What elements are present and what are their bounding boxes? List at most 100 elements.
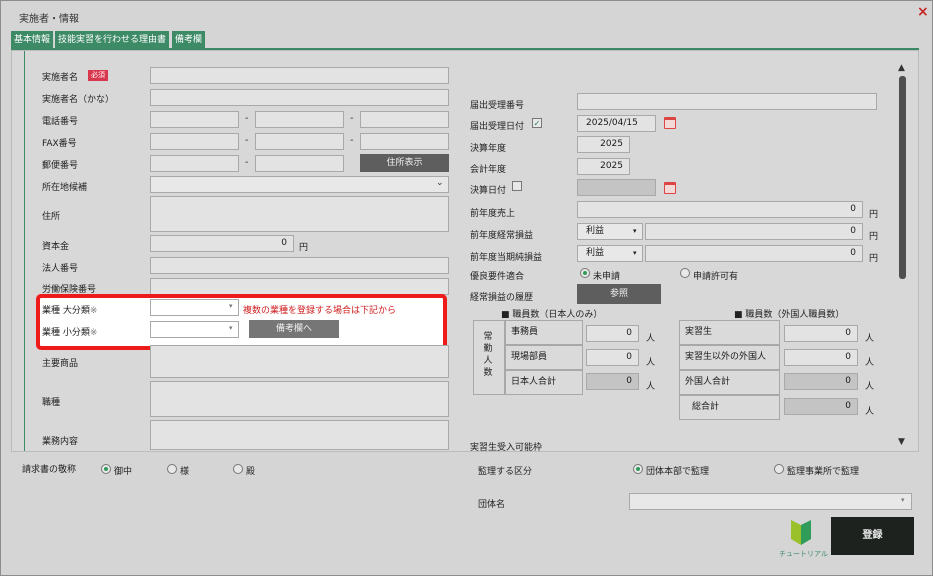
fax-input-1[interactable] <box>150 133 239 150</box>
field-input[interactable]: 0 <box>586 349 639 366</box>
account-year-input[interactable]: 2025 <box>577 158 630 175</box>
position-textarea[interactable] <box>150 381 449 417</box>
close-icon[interactable]: × <box>917 4 929 20</box>
business-textarea[interactable] <box>150 420 449 450</box>
label-kana: 実施者名（かな） <box>42 95 115 105</box>
label-fiscal-year: 決算年度 <box>470 144 507 154</box>
label-branch-office: 監理事業所で監理 <box>787 467 860 477</box>
label-settle-date: 決算日付 <box>470 186 507 196</box>
required-badge: 必須 <box>88 70 108 81</box>
postal-input-1[interactable] <box>150 155 239 172</box>
staff-jp-title: ■ 職員数（日本人のみ） <box>501 310 603 320</box>
trainee-unit: 人 <box>865 334 875 344</box>
dialog-window: 実施者・情報 × 基本情報 技能実習を行わせる理由書 備考欄 ▲ ▼ 実施者名 … <box>0 0 933 576</box>
label-prev-sales: 前年度売上 <box>470 209 516 219</box>
tab-notes[interactable]: 備考欄 <box>172 31 207 49</box>
radio-branch-office[interactable] <box>774 464 784 474</box>
label-account-year: 会計年度 <box>470 165 507 175</box>
caret-down-icon: ▾ <box>633 249 637 257</box>
tel-input-2[interactable] <box>255 111 344 128</box>
corp-no-input[interactable] <box>150 257 449 274</box>
regular-label: 常勤人数 <box>483 332 493 378</box>
fax-input-3[interactable] <box>360 133 449 150</box>
address-display-button[interactable]: 住所表示 <box>360 154 449 172</box>
office-input[interactable]: 0 <box>586 325 639 342</box>
tab-basic-info[interactable]: 基本情報 <box>11 31 55 49</box>
tab-reason[interactable]: 技能実習を行わせる理由書 <box>55 31 171 49</box>
radio-not-applied[interactable] <box>580 268 590 278</box>
tutorial-label[interactable]: チュートリアル <box>779 549 828 559</box>
office-unit: 人 <box>646 334 656 344</box>
jp-total-unit: 人 <box>646 382 656 392</box>
tel-input-3[interactable] <box>360 111 449 128</box>
label-history: 経常損益の履歴 <box>470 293 534 303</box>
calendar-icon[interactable] <box>664 182 676 194</box>
register-button[interactable]: 登録 <box>831 517 914 555</box>
label-industry-major: 業種 大分類※ <box>42 306 98 316</box>
fax-dash-2: - <box>350 135 354 146</box>
name-input[interactable] <box>150 67 449 84</box>
settle-date-checkbox[interactable] <box>512 181 522 191</box>
fiscal-year-input[interactable]: 2025 <box>577 136 630 153</box>
trainee-label: 実習生 <box>679 320 780 345</box>
label-name: 実施者名 <box>42 73 79 83</box>
label-address: 住所 <box>42 212 61 222</box>
label-business: 業務内容 <box>42 437 79 447</box>
accept-no-input[interactable] <box>577 93 877 110</box>
notes-button[interactable]: 備考欄へ <box>249 320 339 338</box>
kana-input[interactable] <box>150 89 449 106</box>
tel-dash-2: - <box>350 113 354 124</box>
radio-head-office[interactable] <box>633 464 643 474</box>
label-honorific: 請求書の敬称 <box>22 465 77 475</box>
radio-dono[interactable] <box>233 464 243 474</box>
prev-ordinary-input[interactable]: 0 <box>645 223 863 240</box>
address-textarea[interactable] <box>150 196 449 232</box>
settle-date-input[interactable] <box>577 179 656 196</box>
calendar-icon[interactable] <box>664 117 676 129</box>
industry-minor-select[interactable] <box>150 321 239 338</box>
label-head-office: 団体本部で監理 <box>646 467 710 477</box>
label-pref: 所在地候補 <box>42 183 88 193</box>
label-accept-possible: 実習生受入可能枠 <box>470 443 543 453</box>
fax-input-2[interactable] <box>255 133 344 150</box>
field-unit: 人 <box>646 358 656 368</box>
label-excellent: 優良要件適合 <box>470 272 525 282</box>
prev-ordinary-unit: 円 <box>869 232 879 242</box>
field-label: 現場部員 <box>505 345 583 370</box>
prev-ordinary-select[interactable]: 利益 ▾ <box>577 223 643 240</box>
scroll-down-icon[interactable]: ▼ <box>898 437 905 447</box>
scroll-up-icon[interactable]: ▲ <box>898 63 905 73</box>
radio-applying[interactable] <box>680 268 690 278</box>
prev-net-input[interactable]: 0 <box>645 245 863 262</box>
pref-select[interactable] <box>150 176 449 193</box>
org-select[interactable] <box>629 493 912 510</box>
label-org: 団体名 <box>478 500 506 510</box>
scrollbar-thumb[interactable] <box>899 76 906 279</box>
radio-onchu[interactable] <box>101 464 111 474</box>
foreign-total-input: 0 <box>784 373 858 390</box>
accept-date-input[interactable]: 2025/04/15 <box>577 115 656 132</box>
prev-net-select[interactable]: 利益 ▾ <box>577 245 643 262</box>
capital-unit: 円 <box>299 243 309 253</box>
industry-major-select[interactable] <box>150 299 239 316</box>
capital-input[interactable]: 0 <box>150 235 294 252</box>
caret-down-icon: ▾ <box>901 496 905 504</box>
foreign-other-label: 実習生以外の外国人 <box>679 345 780 370</box>
label-dono: 殿 <box>246 467 256 477</box>
radio-sama[interactable] <box>167 464 177 474</box>
prev-sales-input[interactable]: 0 <box>577 201 863 218</box>
fax-dash-1: - <box>245 135 249 146</box>
history-ref-button[interactable]: 参照 <box>577 284 661 304</box>
labor-no-input[interactable] <box>150 278 449 295</box>
trainee-input[interactable]: 0 <box>784 325 858 342</box>
tel-input-1[interactable] <box>150 111 239 128</box>
accept-date-checkbox[interactable]: ✓ <box>532 118 542 128</box>
label-not-applied: 未申請 <box>593 272 621 282</box>
label-accept-no: 届出受理番号 <box>470 101 525 111</box>
label-accept-date: 届出受理日付 <box>470 122 525 132</box>
label-fax: FAX番号 <box>42 139 77 149</box>
foreign-other-input[interactable]: 0 <box>784 349 858 366</box>
tutorial-icon[interactable] <box>787 517 815 547</box>
main-product-textarea[interactable] <box>150 345 449 378</box>
postal-input-2[interactable] <box>255 155 344 172</box>
